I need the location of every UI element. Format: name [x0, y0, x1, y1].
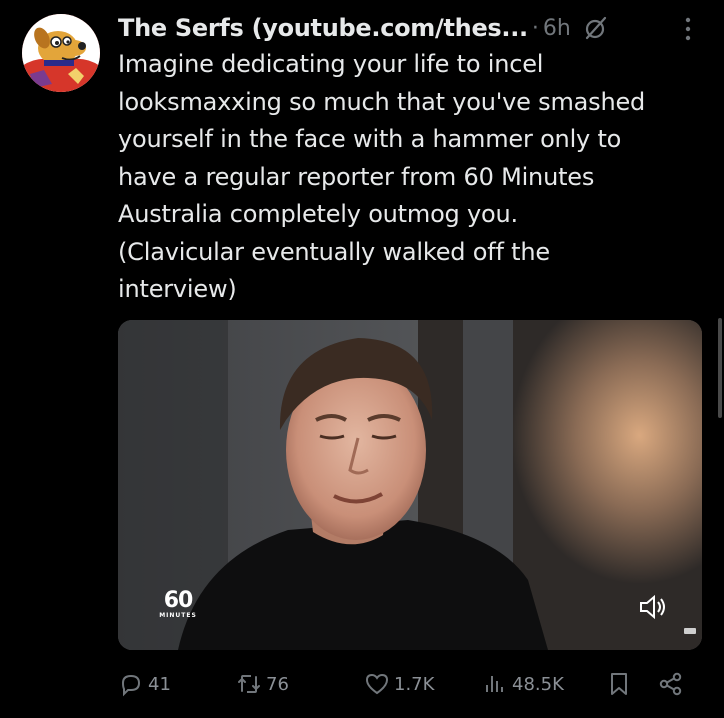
volume-icon[interactable]: [638, 594, 668, 620]
video-player[interactable]: 60 MINUTES: [118, 320, 702, 650]
heart-icon: [365, 673, 389, 695]
60-minutes-logo: 60 MINUTES: [154, 590, 202, 630]
video-frame: [118, 320, 702, 650]
avatar[interactable]: [22, 14, 100, 92]
separator-dot: ·: [531, 15, 539, 41]
post-text: Imagine dedicating your life to incel lo…: [118, 50, 646, 303]
action-bar: 41 76 1.7K 48.5K: [118, 668, 694, 700]
post: The Serfs (youtube.com/thes... · 6h Imag…: [0, 0, 724, 718]
share-button[interactable]: [658, 668, 684, 700]
dog-avatar-icon: [22, 14, 100, 92]
reply-button[interactable]: 41: [118, 668, 171, 700]
like-count: 1.7K: [394, 673, 435, 695]
more-options-icon[interactable]: [684, 16, 692, 42]
post-header: The Serfs (youtube.com/thes... · 6h: [118, 10, 704, 46]
reply-count: 41: [148, 673, 171, 695]
views-button[interactable]: 48.5K: [482, 668, 564, 700]
share-icon: [659, 672, 682, 696]
bookmark-button[interactable]: [606, 668, 632, 700]
views-count: 48.5K: [512, 673, 564, 695]
like-button[interactable]: 1.7K: [364, 668, 434, 700]
views-icon: [486, 676, 503, 692]
grok-icon[interactable]: [583, 15, 609, 41]
repost-icon: [238, 675, 260, 693]
repost-button[interactable]: 76: [236, 668, 289, 700]
author-name[interactable]: The Serfs (youtube.com/thes...: [118, 14, 528, 42]
watermark-sub: MINUTES: [159, 612, 197, 619]
post-time[interactable]: 6h: [543, 16, 571, 41]
reply-icon: [121, 674, 141, 697]
bookmark-icon: [611, 673, 627, 695]
cc-badge: [684, 628, 696, 634]
scrollbar[interactable]: [718, 318, 722, 418]
watermark-number: 60: [163, 588, 194, 613]
repost-count: 76: [266, 673, 289, 695]
